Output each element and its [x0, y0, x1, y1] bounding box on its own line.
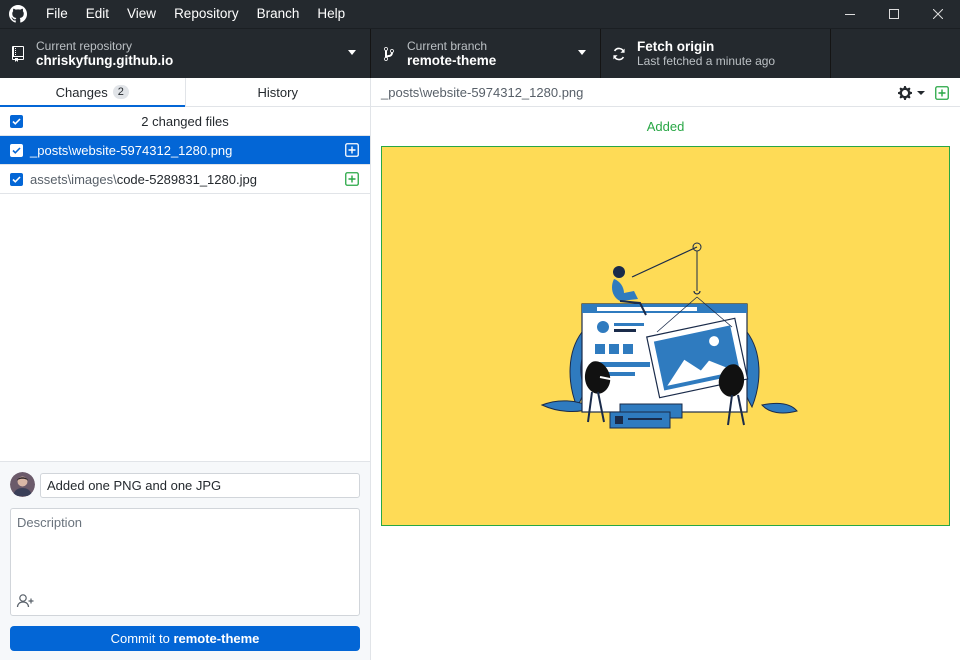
chevron-down-icon [578, 50, 586, 55]
file-path: _posts\website-5974312_1280.png [30, 143, 232, 158]
changed-files-count: 2 changed files [141, 113, 229, 129]
commit-button-prefix: Commit to [110, 631, 174, 646]
file-row[interactable]: _posts\website-5974312_1280.png [0, 136, 370, 165]
sync-icon [601, 47, 637, 61]
chevron-down-icon [917, 91, 925, 95]
title-bar: File Edit View Repository Branch Help [0, 0, 960, 28]
check-icon [12, 175, 21, 183]
close-window-button[interactable] [916, 0, 960, 28]
file-name: website-5974312_1280.png [71, 142, 233, 158]
file-dir: assets\images\ [30, 171, 117, 187]
window-controls [828, 0, 960, 28]
sidebar-tabs: Changes 2 History [0, 78, 370, 107]
branch-name: remote-theme [407, 53, 497, 68]
file-checkbox[interactable] [10, 172, 23, 186]
branch-label: Current branch [407, 39, 488, 53]
file-dir: _posts\ [30, 142, 72, 158]
commit-button-branch: remote-theme [173, 631, 260, 646]
check-icon [12, 146, 21, 154]
file-checkbox[interactable] [10, 143, 23, 157]
add-coauthor-icon[interactable] [16, 592, 36, 610]
diff-panel: _posts\website-5974312_1280.png Added [371, 78, 960, 660]
maximize-button[interactable] [872, 0, 916, 28]
maximize-icon [889, 9, 899, 19]
changes-header: 2 changed files [0, 107, 370, 136]
avatar [10, 472, 35, 497]
commit-description-input[interactable]: Description [10, 508, 360, 616]
diff-options-button[interactable] [898, 84, 926, 102]
repo-name: chriskyfung.github.io [36, 53, 174, 68]
tab-changes[interactable]: Changes 2 [0, 78, 185, 107]
menu-edit[interactable]: Edit [80, 0, 121, 28]
repository-selector[interactable]: Current repository chriskyfung.github.io [0, 29, 371, 78]
fetch-origin-button[interactable]: Fetch origin Last fetched a minute ago [601, 29, 831, 78]
menu-view[interactable]: View [121, 0, 168, 28]
diff-status-label: Added [646, 119, 685, 134]
tab-history[interactable]: History [184, 78, 371, 106]
description-placeholder: Description [17, 515, 83, 530]
diff-file-path: _posts\website-5974312_1280.png [381, 84, 584, 100]
commit-summary-input[interactable]: Added one PNG and one JPG [40, 473, 360, 498]
gear-icon [898, 86, 912, 100]
github-logo-icon [8, 4, 28, 24]
file-added-icon [935, 86, 949, 100]
changes-panel: Changes 2 History 2 changed files _posts… [0, 78, 371, 660]
minimize-icon [845, 14, 855, 15]
fetch-subtitle: Last fetched a minute ago [637, 54, 776, 68]
fetch-title: Fetch origin [637, 39, 715, 54]
file-added-icon [345, 143, 359, 157]
image-preview [381, 146, 950, 526]
check-icon [12, 117, 21, 125]
chevron-down-icon [348, 50, 356, 55]
close-icon [933, 9, 943, 19]
changes-count-badge: 2 [112, 85, 129, 99]
diff-header: _posts\website-5974312_1280.png [371, 78, 960, 107]
tab-history-label: History [257, 84, 298, 100]
file-name: code-5289831_1280.jpg [116, 171, 257, 187]
select-all-checkbox[interactable] [10, 114, 23, 128]
menu-repository[interactable]: Repository [168, 0, 251, 28]
file-row[interactable]: assets\images\code-5289831_1280.jpg [0, 165, 370, 194]
menu-branch[interactable]: Branch [251, 0, 312, 28]
menu-file[interactable]: File [40, 0, 80, 28]
minimize-button[interactable] [828, 0, 872, 28]
commit-button[interactable]: Commit to remote-theme [10, 626, 360, 651]
branch-selector[interactable]: Current branch remote-theme [371, 29, 601, 78]
menu-help[interactable]: Help [311, 0, 357, 28]
toolbar: Current repository chriskyfung.github.io… [0, 28, 960, 78]
commit-form: Added one PNG and one JPG Description Co… [0, 461, 370, 660]
tab-changes-label: Changes [55, 84, 108, 100]
branch-icon [371, 46, 407, 62]
repo-icon [0, 45, 36, 62]
repo-label: Current repository [36, 39, 133, 53]
file-added-icon [345, 172, 359, 186]
file-path: assets\images\code-5289831_1280.jpg [30, 172, 257, 187]
website-illustration-image [540, 242, 798, 429]
